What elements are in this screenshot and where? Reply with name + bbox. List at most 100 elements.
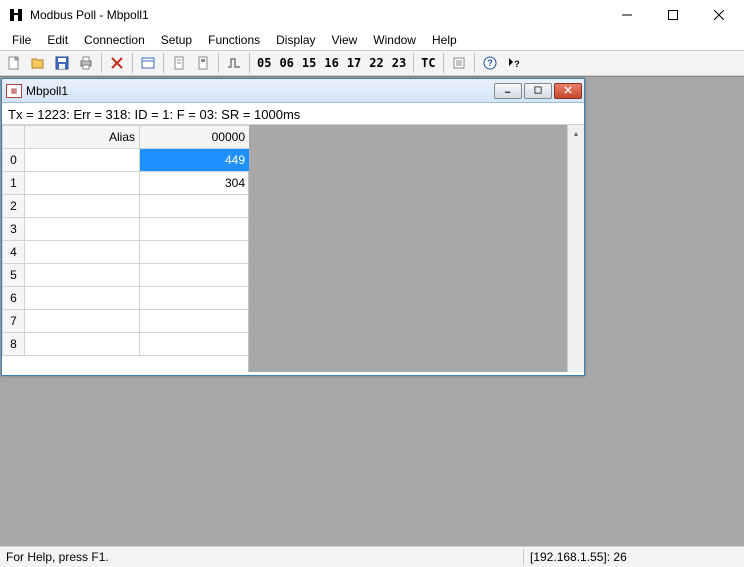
close-button[interactable] (696, 0, 742, 30)
open-button[interactable] (26, 52, 50, 74)
cell-alias[interactable] (25, 264, 140, 287)
menu-edit[interactable]: Edit (39, 31, 76, 49)
table-row[interactable]: 7 (3, 310, 250, 333)
table-row[interactable]: 6 (3, 287, 250, 310)
cell-value[interactable]: 304 (140, 172, 250, 195)
app-icon (8, 7, 24, 23)
function-22-button[interactable]: 22 (365, 52, 387, 74)
read-write-button[interactable] (167, 52, 191, 74)
vertical-scrollbar[interactable]: ▴ (567, 125, 584, 372)
toolbar-separator (132, 53, 133, 73)
function-16-button[interactable]: 16 (320, 52, 342, 74)
status-connection: [192.168.1.55]: 26 (524, 550, 744, 564)
print-button[interactable] (74, 52, 98, 74)
row-index[interactable]: 7 (3, 310, 25, 333)
menu-connection[interactable]: Connection (76, 31, 153, 49)
toolbar: 05 06 15 16 17 22 23 TC ? ? (0, 50, 744, 76)
function-17-button[interactable]: 17 (343, 52, 365, 74)
table-row[interactable]: 2 (3, 195, 250, 218)
log-button[interactable] (447, 52, 471, 74)
tc-button[interactable]: TC (417, 52, 439, 74)
cell-value[interactable]: 449 (140, 149, 250, 172)
toolbar-separator (413, 53, 414, 73)
help-button[interactable]: ? (478, 52, 502, 74)
cell-value[interactable] (140, 310, 250, 333)
context-help-button[interactable]: ? (502, 52, 526, 74)
row-index[interactable]: 1 (3, 172, 25, 195)
cell-value[interactable] (140, 264, 250, 287)
function-23-button[interactable]: 23 (388, 52, 410, 74)
svg-text:?: ? (514, 59, 520, 69)
menu-view[interactable]: View (324, 31, 366, 49)
toolbar-separator (163, 53, 164, 73)
child-title: Mbpoll1 (26, 84, 494, 98)
col-header-value[interactable]: 00000 (140, 126, 250, 149)
delete-button[interactable] (105, 52, 129, 74)
menu-help[interactable]: Help (424, 31, 465, 49)
svg-text:?: ? (487, 58, 493, 68)
col-header-alias[interactable]: Alias (25, 126, 140, 149)
menu-setup[interactable]: Setup (153, 31, 200, 49)
row-index[interactable]: 2 (3, 195, 25, 218)
cell-value[interactable] (140, 218, 250, 241)
new-button[interactable] (2, 52, 26, 74)
cell-alias[interactable] (25, 218, 140, 241)
child-close-button[interactable] (554, 83, 582, 99)
table-row[interactable]: 8 (3, 333, 250, 356)
register-table[interactable]: Alias 00000 0 449 1 304 2345678 (2, 125, 250, 356)
window-buttons (604, 0, 742, 30)
table-row[interactable]: 0 449 (3, 149, 250, 172)
poll-status-line: Tx = 1223: Err = 318: ID = 1: F = 03: SR… (2, 103, 584, 125)
table-row[interactable]: 1 304 (3, 172, 250, 195)
function-06-button[interactable]: 06 (275, 52, 297, 74)
menu-functions[interactable]: Functions (200, 31, 268, 49)
child-minimize-button[interactable] (494, 83, 522, 99)
toolbar-separator (474, 53, 475, 73)
connection-button[interactable] (191, 52, 215, 74)
cell-alias[interactable] (25, 149, 140, 172)
child-titlebar[interactable]: ▦ Mbpoll1 (2, 79, 584, 103)
cell-value[interactable] (140, 287, 250, 310)
toolbar-separator (101, 53, 102, 73)
scroll-up-icon[interactable]: ▴ (568, 125, 584, 142)
row-index[interactable]: 0 (3, 149, 25, 172)
grid-empty-area: ▴ (249, 125, 584, 372)
row-index[interactable]: 6 (3, 287, 25, 310)
function-15-button[interactable]: 15 (298, 52, 320, 74)
statusbar: For Help, press F1. [192.168.1.55]: 26 (0, 546, 744, 567)
toolbar-separator (249, 53, 250, 73)
cell-alias[interactable] (25, 172, 140, 195)
menu-window[interactable]: Window (365, 31, 424, 49)
function-05-button[interactable]: 05 (253, 52, 275, 74)
menu-display[interactable]: Display (268, 31, 323, 49)
cell-alias[interactable] (25, 310, 140, 333)
status-help-text: For Help, press F1. (0, 550, 115, 564)
table-row[interactable]: 4 (3, 241, 250, 264)
child-window-mbpoll1: ▦ Mbpoll1 Tx = 1223: Err = 318: ID = 1: … (1, 78, 585, 376)
row-index[interactable]: 3 (3, 218, 25, 241)
row-index[interactable]: 4 (3, 241, 25, 264)
maximize-button[interactable] (650, 0, 696, 30)
minimize-button[interactable] (604, 0, 650, 30)
row-index[interactable]: 8 (3, 333, 25, 356)
mdi-client-area: ▦ Mbpoll1 Tx = 1223: Err = 318: ID = 1: … (0, 76, 744, 546)
cell-alias[interactable] (25, 287, 140, 310)
cell-value[interactable] (140, 241, 250, 264)
row-index[interactable]: 5 (3, 264, 25, 287)
menubar: File Edit Connection Setup Functions Dis… (0, 30, 744, 50)
cell-value[interactable] (140, 333, 250, 356)
row-header-blank (3, 126, 25, 149)
child-document-icon: ▦ (6, 84, 22, 98)
table-row[interactable]: 5 (3, 264, 250, 287)
definition-button[interactable] (136, 52, 160, 74)
cell-alias[interactable] (25, 195, 140, 218)
menu-file[interactable]: File (4, 31, 39, 49)
cell-alias[interactable] (25, 241, 140, 264)
pulse-button[interactable] (222, 52, 246, 74)
cell-alias[interactable] (25, 333, 140, 356)
child-maximize-button[interactable] (524, 83, 552, 99)
table-row[interactable]: 3 (3, 218, 250, 241)
cell-value[interactable] (140, 195, 250, 218)
window-title: Modbus Poll - Mbpoll1 (30, 8, 604, 22)
save-button[interactable] (50, 52, 74, 74)
